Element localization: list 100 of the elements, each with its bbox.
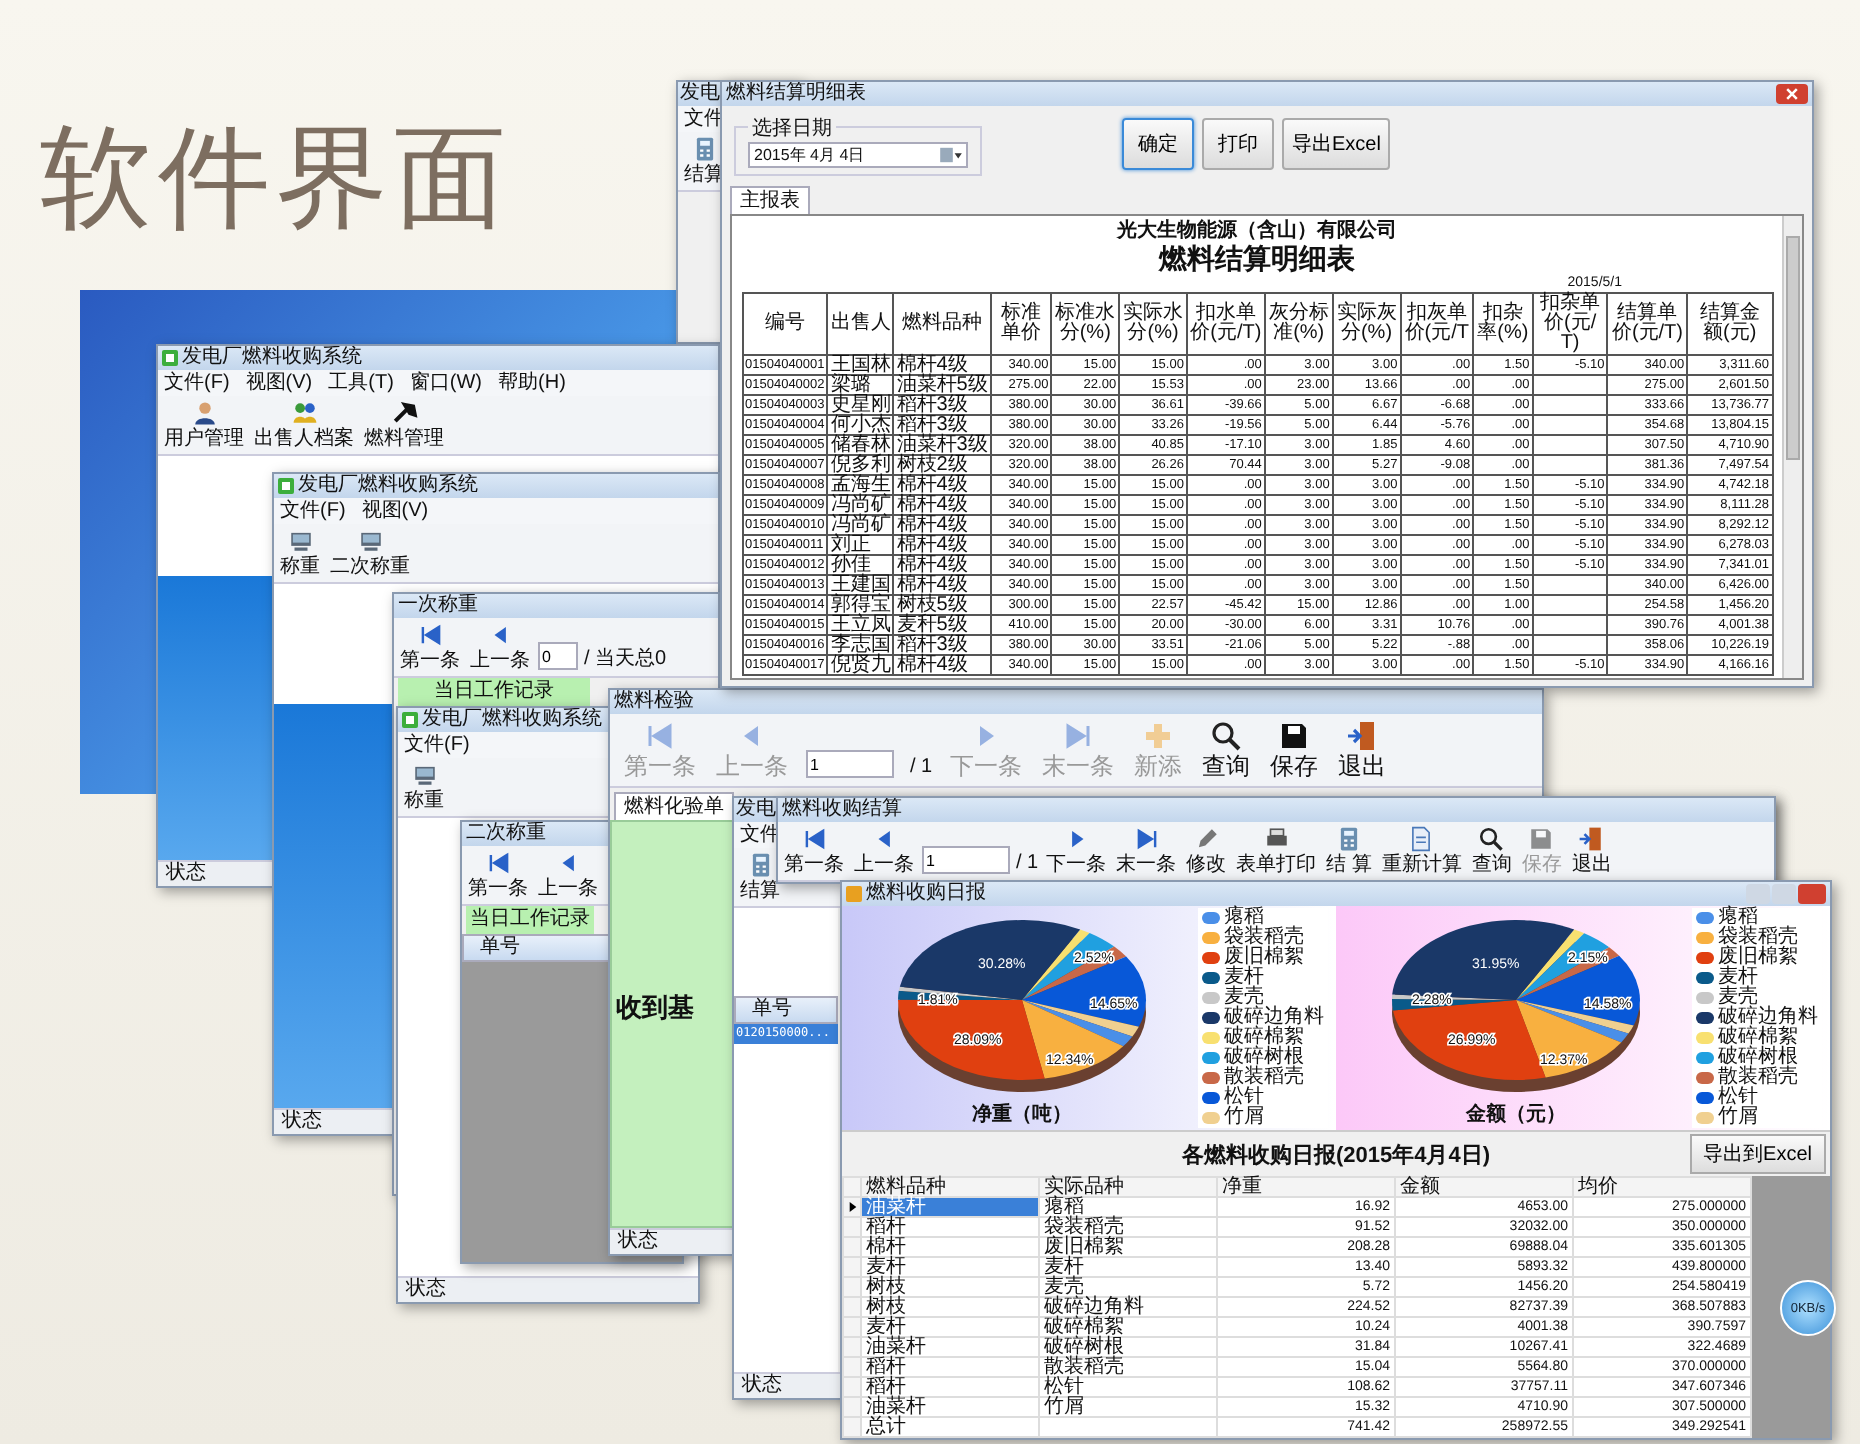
row-header[interactable] xyxy=(843,1197,861,1217)
weighing-button[interactable]: 二次称重 xyxy=(328,528,412,578)
column-header: 实际品种 xyxy=(1039,1177,1217,1197)
table-cell: 稻杆3级 xyxy=(893,415,991,435)
table-cell: 破碎边角料 xyxy=(1039,1297,1217,1317)
company-name: 光大生物能源（含山）有限公司 xyxy=(1117,220,1397,242)
report-button[interactable]: 导出Excel xyxy=(1282,118,1391,170)
skip-back-icon xyxy=(644,720,676,752)
table-cell: 稻杆 xyxy=(861,1217,1039,1237)
last-record-button[interactable]: 末一条 xyxy=(1114,826,1179,876)
window-title: 燃料收购结算 xyxy=(778,798,1774,822)
date-picker-field[interactable]: 2015年 4月 4日 xyxy=(748,141,968,167)
column-header: 净重 xyxy=(1217,1177,1395,1197)
table-cell: 袋装稻壳 xyxy=(1039,1217,1217,1237)
export-excel-button[interactable]: 导出到Excel xyxy=(1689,1134,1826,1174)
table-cell: 麦杆 xyxy=(861,1257,1039,1277)
column-header: 扣水单价(元/T) xyxy=(1186,293,1265,355)
table-cell xyxy=(1532,435,1608,455)
sellers-button[interactable]: 出售人档案 xyxy=(252,400,356,450)
weighing-button[interactable]: 称重 xyxy=(278,528,322,578)
table-cell: 废旧棉絮 xyxy=(1039,1237,1217,1257)
column-header: 燃料品种 xyxy=(893,293,991,355)
plus-icon xyxy=(1142,720,1175,752)
panel-header: 当日工作记录 xyxy=(398,678,590,706)
table-cell xyxy=(1532,375,1608,395)
table-cell: 李志国 xyxy=(827,635,894,655)
edit-button[interactable]: 修改 xyxy=(1184,826,1229,876)
record-number-field[interactable]: 1 xyxy=(922,846,1010,874)
table-cell: 王立凤 xyxy=(827,615,894,635)
exit-button[interactable]: 退出 xyxy=(1569,826,1614,876)
tab[interactable]: 主报表 xyxy=(730,186,810,214)
skip-back-icon xyxy=(417,622,443,648)
menu-item[interactable]: 窗口(W) xyxy=(409,372,483,394)
column-header: 结算金额(元) xyxy=(1687,293,1772,355)
menu-item[interactable]: 文件 xyxy=(684,108,724,130)
table-cell: 刘正 xyxy=(827,535,894,555)
people-icon xyxy=(291,400,317,426)
settle-button[interactable]: 结 算 xyxy=(1324,826,1374,876)
panel-header: 当日工作记录 xyxy=(466,906,594,934)
print-button[interactable]: 表单打印 xyxy=(1234,826,1319,876)
exit-button[interactable]: 退出 xyxy=(1336,720,1389,780)
previous-record-button[interactable]: 上一条 xyxy=(852,826,916,876)
menu-item[interactable]: 视图(V) xyxy=(361,500,429,522)
user-management-button[interactable]: 用户管理 xyxy=(162,400,246,450)
menu-item[interactable]: 工具(T) xyxy=(328,372,394,394)
table-cell: 王国林 xyxy=(827,355,894,375)
menu-item[interactable]: 帮助(H) xyxy=(498,372,566,394)
search-button[interactable]: 查询 xyxy=(1469,826,1514,876)
table-cell: 油菜杆 xyxy=(861,1197,1039,1217)
legend-label: 袋装稻壳 xyxy=(1224,928,1304,948)
menu-item[interactable]: 文件(F) xyxy=(164,372,230,394)
table-cell: 孙佳 xyxy=(827,555,894,575)
fuel-management-button[interactable]: 燃料管理 xyxy=(362,400,446,450)
table-cell: 郭得宝 xyxy=(827,595,894,615)
table-cell: 麦秆5级 xyxy=(893,615,991,635)
previous-record-button[interactable]: 上一条 xyxy=(468,622,532,672)
search-button[interactable]: 查询 xyxy=(1200,720,1253,780)
table-cell: 树枝5级 xyxy=(893,595,991,615)
record-number-field[interactable]: 0 xyxy=(538,642,578,670)
slide-title: 软件界面 xyxy=(40,116,512,246)
report-heading: 各燃料收购日报(2015年4月4日) xyxy=(1181,1141,1491,1169)
window-controls-icon[interactable] xyxy=(1746,884,1826,904)
table-cell: 冯尚矿 xyxy=(827,495,894,515)
scrollbar-thumb[interactable] xyxy=(1786,236,1800,460)
record-number-field[interactable]: 1 xyxy=(806,750,894,778)
table-cell: 油菜杆5级 xyxy=(893,375,991,395)
record-total: / 1 xyxy=(910,756,933,780)
close-button[interactable] xyxy=(1776,84,1808,104)
menu-item[interactable]: 文件 xyxy=(740,824,780,846)
column-header: 标准水分(%) xyxy=(1051,293,1120,355)
table-cell: 树枝 xyxy=(861,1277,1039,1297)
tab[interactable]: 燃料化验单 xyxy=(614,792,734,820)
table-cell: 麦杆 xyxy=(1039,1257,1217,1277)
table-cell: 棉杆4级 xyxy=(893,555,991,575)
table-cell xyxy=(1532,395,1608,415)
printer-icon xyxy=(1263,826,1290,852)
first-record-button[interactable]: 第一条 xyxy=(782,826,846,876)
first-record-button[interactable]: 第一条 xyxy=(398,622,462,672)
table-cell: 棉杆4级 xyxy=(893,535,991,555)
next-record-button[interactable]: 下一条 xyxy=(1044,826,1109,876)
table-cell: 总计 xyxy=(861,1417,1039,1437)
menu-item[interactable]: 文件(F) xyxy=(280,500,346,522)
report-button[interactable]: 确定 xyxy=(1122,118,1194,170)
report-button[interactable]: 打印 xyxy=(1202,118,1274,170)
close-icon xyxy=(1784,86,1800,102)
table-cell: 冯尚矿 xyxy=(827,515,894,535)
menu-item[interactable]: 视图(V) xyxy=(245,372,313,394)
scrollbar[interactable] xyxy=(1782,216,1802,678)
column-header: 实际灰分(%) xyxy=(1332,293,1401,355)
table-cell: 王建国 xyxy=(827,575,894,595)
table-cell: 棉杆4级 xyxy=(893,515,991,535)
recalculate-button[interactable]: 重新计算 xyxy=(1379,826,1464,876)
report-title: 燃料结算明细表 xyxy=(1159,242,1355,274)
app-icon xyxy=(846,886,862,902)
table-cell: 储春林 xyxy=(827,435,894,455)
weighing-button[interactable]: 称重 xyxy=(402,762,446,812)
door-icon xyxy=(1578,826,1605,852)
menu-item[interactable]: 文件(F) xyxy=(404,734,470,756)
window-title: 一次称重 xyxy=(394,594,718,618)
save-button[interactable]: 保存 xyxy=(1268,720,1321,780)
